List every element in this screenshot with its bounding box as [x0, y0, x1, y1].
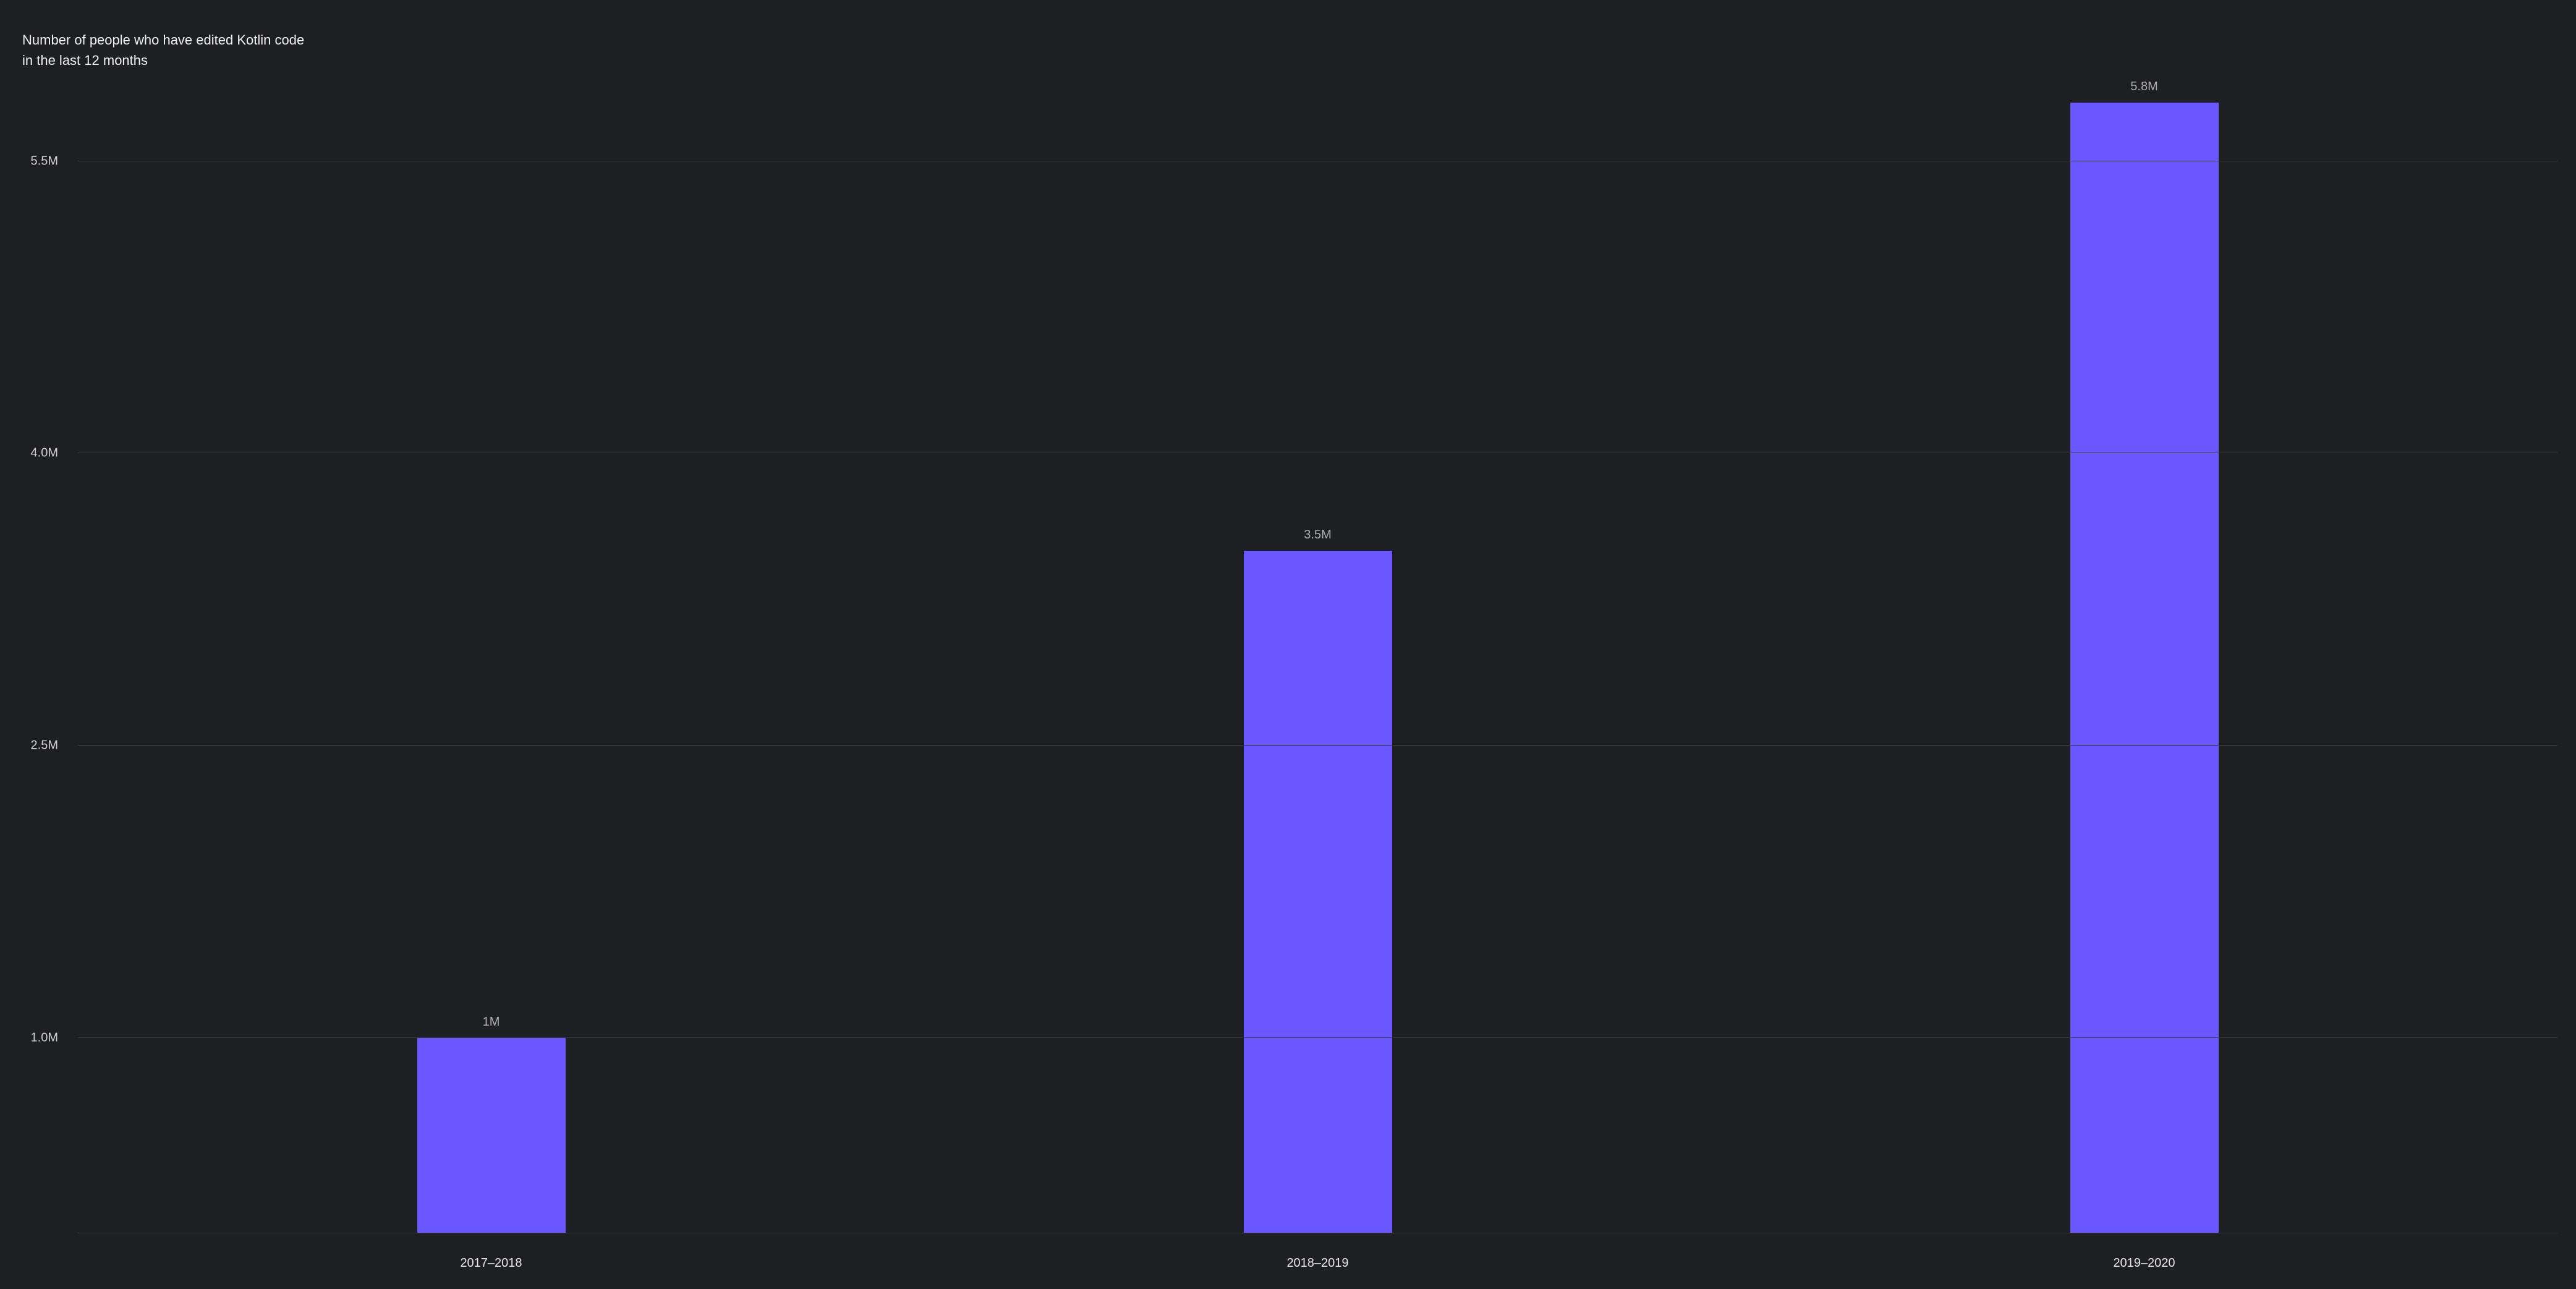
x-tick-label: 2017–2018	[78, 1245, 904, 1270]
bars-group: 1M 3.5M 5.8M	[78, 25, 2557, 1233]
chart-container: Number of people who have edited Kotlin …	[0, 0, 2576, 1289]
bar: 5.8M	[2070, 103, 2219, 1233]
x-tick-label: 2019–2020	[1731, 1245, 2557, 1270]
y-tick-label: 2.5M	[31, 739, 78, 753]
grid-line	[78, 745, 2557, 746]
y-tick-label: 1.0M	[31, 1031, 78, 1045]
bar-value-label: 3.5M	[1304, 528, 1331, 551]
bar-slot: 1M	[78, 25, 904, 1233]
y-tick-label: 5.5M	[31, 154, 78, 168]
y-tick-label: 4.0M	[31, 446, 78, 461]
bar: 1M	[417, 1038, 566, 1233]
plot-area: 1M3.5M5.8M 1.0M2.5M4.0M5.5M	[78, 25, 2557, 1233]
bar-slot: 3.5M	[904, 25, 1731, 1233]
bar: 3.5M	[1244, 551, 1392, 1233]
x-axis: 2017–20182018–20192019–2020	[78, 1245, 2557, 1270]
bar-value-label: 1M	[483, 1015, 500, 1038]
grid-line	[78, 1037, 2557, 1038]
x-tick-label: 2018–2019	[904, 1245, 1731, 1270]
bar-value-label: 5.8M	[2130, 80, 2157, 103]
chart-title: Number of people who have edited Kotlin …	[22, 30, 307, 70]
bar-slot: 5.8M	[1731, 25, 2557, 1233]
